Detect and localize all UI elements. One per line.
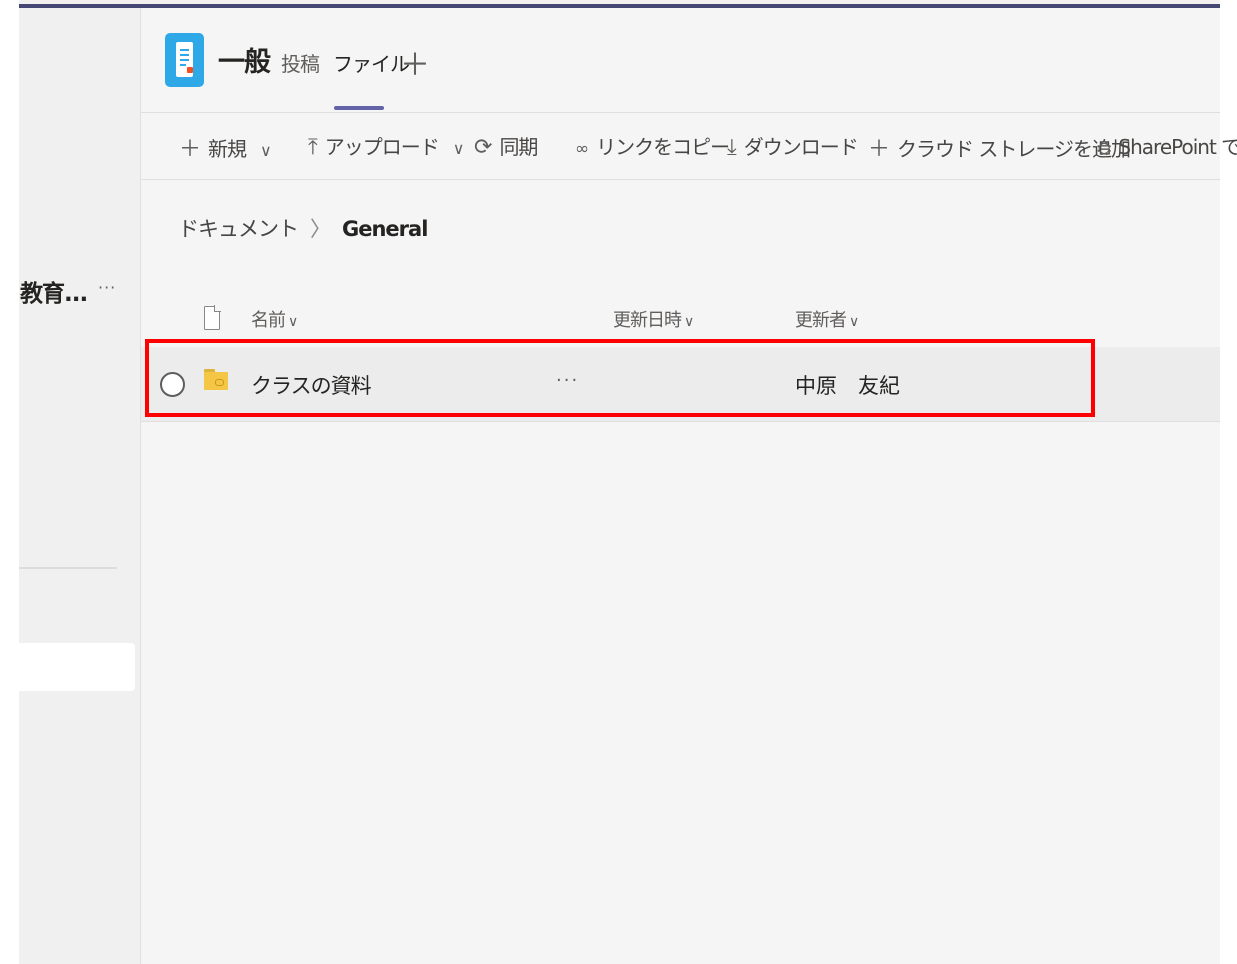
open-in-sharepoint-button[interactable]: ⛭ SharePoint で bbox=[1097, 131, 1237, 160]
add-cloud-storage-label: クラウド ストレージを追加 bbox=[897, 137, 1131, 161]
column-modified-by-label: 更新者 bbox=[795, 310, 847, 331]
column-name-label: 名前 bbox=[251, 310, 286, 331]
download-label: ダウンロード bbox=[743, 135, 859, 159]
new-label: 新規 bbox=[208, 137, 247, 161]
copy-link-button[interactable]: ∞ リンクをコピー bbox=[575, 131, 730, 160]
upload-button[interactable]: ⤒ アップロード ∨ bbox=[308, 131, 465, 160]
sync-button[interactable]: ⟳ 同期 bbox=[474, 131, 538, 160]
plus-icon: ＋ bbox=[868, 137, 890, 162]
plus-icon: ＋ bbox=[179, 137, 201, 162]
column-header-modified[interactable]: 更新日時 ∨ bbox=[613, 306, 694, 332]
upload-icon: ⤒ bbox=[308, 135, 318, 160]
tab-files[interactable]: ファイル bbox=[333, 48, 410, 77]
sidebar-channel-item[interactable] bbox=[19, 643, 135, 691]
breadcrumb-current: General bbox=[342, 217, 428, 241]
download-button[interactable]: ⤓ ダウンロード bbox=[727, 131, 859, 160]
file-type-header-icon[interactable] bbox=[204, 305, 221, 330]
add-cloud-storage-button[interactable]: ＋ クラウド ストレージを追加 bbox=[868, 131, 1131, 163]
teams-list-panel bbox=[19, 8, 141, 964]
add-tab-button[interactable]: ＋ bbox=[400, 40, 430, 84]
upload-label: アップロード bbox=[324, 135, 440, 159]
breadcrumb-root[interactable]: ドキュメント bbox=[178, 217, 299, 241]
tab-posts[interactable]: 投稿 bbox=[281, 48, 320, 77]
sidebar-divider bbox=[19, 567, 117, 569]
chevron-down-icon: ∨ bbox=[684, 314, 694, 330]
link-icon: ∞ bbox=[575, 139, 589, 159]
highlight-box bbox=[145, 339, 1095, 417]
breadcrumb: ドキュメント〉 General bbox=[178, 213, 428, 243]
chevron-down-icon: ∨ bbox=[849, 314, 859, 330]
team-name[interactable]: 教育... bbox=[20, 274, 88, 308]
active-tab-indicator bbox=[334, 106, 384, 110]
new-button[interactable]: ＋ 新規 ∨ bbox=[179, 131, 272, 163]
column-modified-label: 更新日時 bbox=[613, 310, 682, 331]
column-header-modified-by[interactable]: 更新者 ∨ bbox=[795, 306, 859, 332]
sharepoint-icon: ⛭ bbox=[1097, 138, 1111, 159]
chevron-down-icon: ∨ bbox=[288, 314, 298, 330]
download-icon: ⤓ bbox=[727, 135, 737, 160]
copy-link-label: リンクをコピー bbox=[596, 135, 730, 159]
sharepoint-label: SharePoint で bbox=[1118, 135, 1237, 159]
chevron-down-icon: ∨ bbox=[452, 139, 465, 158]
channel-title: 一般 bbox=[218, 47, 271, 78]
column-header-name[interactable]: 名前 ∨ bbox=[251, 306, 298, 332]
sync-label: 同期 bbox=[499, 135, 538, 159]
chevron-right-icon: 〉 bbox=[310, 217, 331, 241]
team-more-button[interactable]: ··· bbox=[98, 278, 116, 297]
sync-icon: ⟳ bbox=[474, 135, 492, 160]
chevron-down-icon: ∨ bbox=[260, 141, 272, 160]
channel-doc-icon bbox=[165, 33, 204, 87]
